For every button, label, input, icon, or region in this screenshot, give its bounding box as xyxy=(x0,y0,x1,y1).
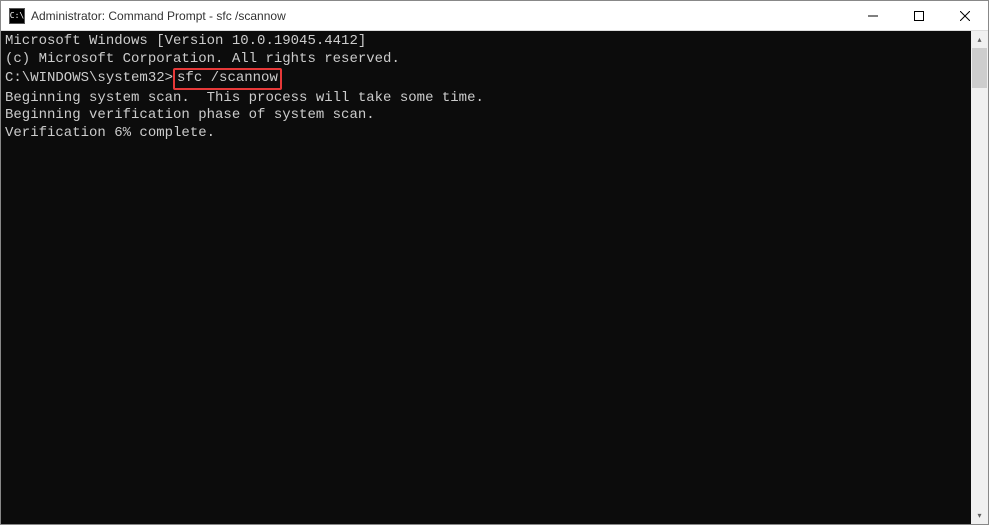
terminal-area: Microsoft Windows [Version 10.0.19045.44… xyxy=(1,31,988,524)
window-title: Administrator: Command Prompt - sfc /sca… xyxy=(31,9,850,23)
scroll-up-arrow[interactable]: ▴ xyxy=(971,31,988,48)
prompt-line: C:\WINDOWS\system32>sfc /scannow xyxy=(5,68,967,90)
window-titlebar[interactable]: C:\ Administrator: Command Prompt - sfc … xyxy=(1,1,988,31)
version-line: Microsoft Windows [Version 10.0.19045.44… xyxy=(5,33,967,51)
scroll-thumb[interactable] xyxy=(972,48,987,88)
copyright-line: (c) Microsoft Corporation. All rights re… xyxy=(5,51,967,69)
command-highlight: sfc /scannow xyxy=(173,68,282,90)
maximize-button[interactable] xyxy=(896,1,942,30)
cmd-icon: C:\ xyxy=(9,8,25,24)
vertical-scrollbar[interactable]: ▴ ▾ xyxy=(971,31,988,524)
minimize-button[interactable] xyxy=(850,1,896,30)
scan-begin-line: Beginning system scan. This process will… xyxy=(5,90,967,108)
close-button[interactable] xyxy=(942,1,988,30)
terminal-output[interactable]: Microsoft Windows [Version 10.0.19045.44… xyxy=(1,31,971,524)
verification-progress-line: Verification 6% complete. xyxy=(5,125,967,143)
prompt-text: C:\WINDOWS\system32> xyxy=(5,70,173,86)
window-controls xyxy=(850,1,988,30)
scroll-down-arrow[interactable]: ▾ xyxy=(971,507,988,524)
verification-begin-line: Beginning verification phase of system s… xyxy=(5,107,967,125)
